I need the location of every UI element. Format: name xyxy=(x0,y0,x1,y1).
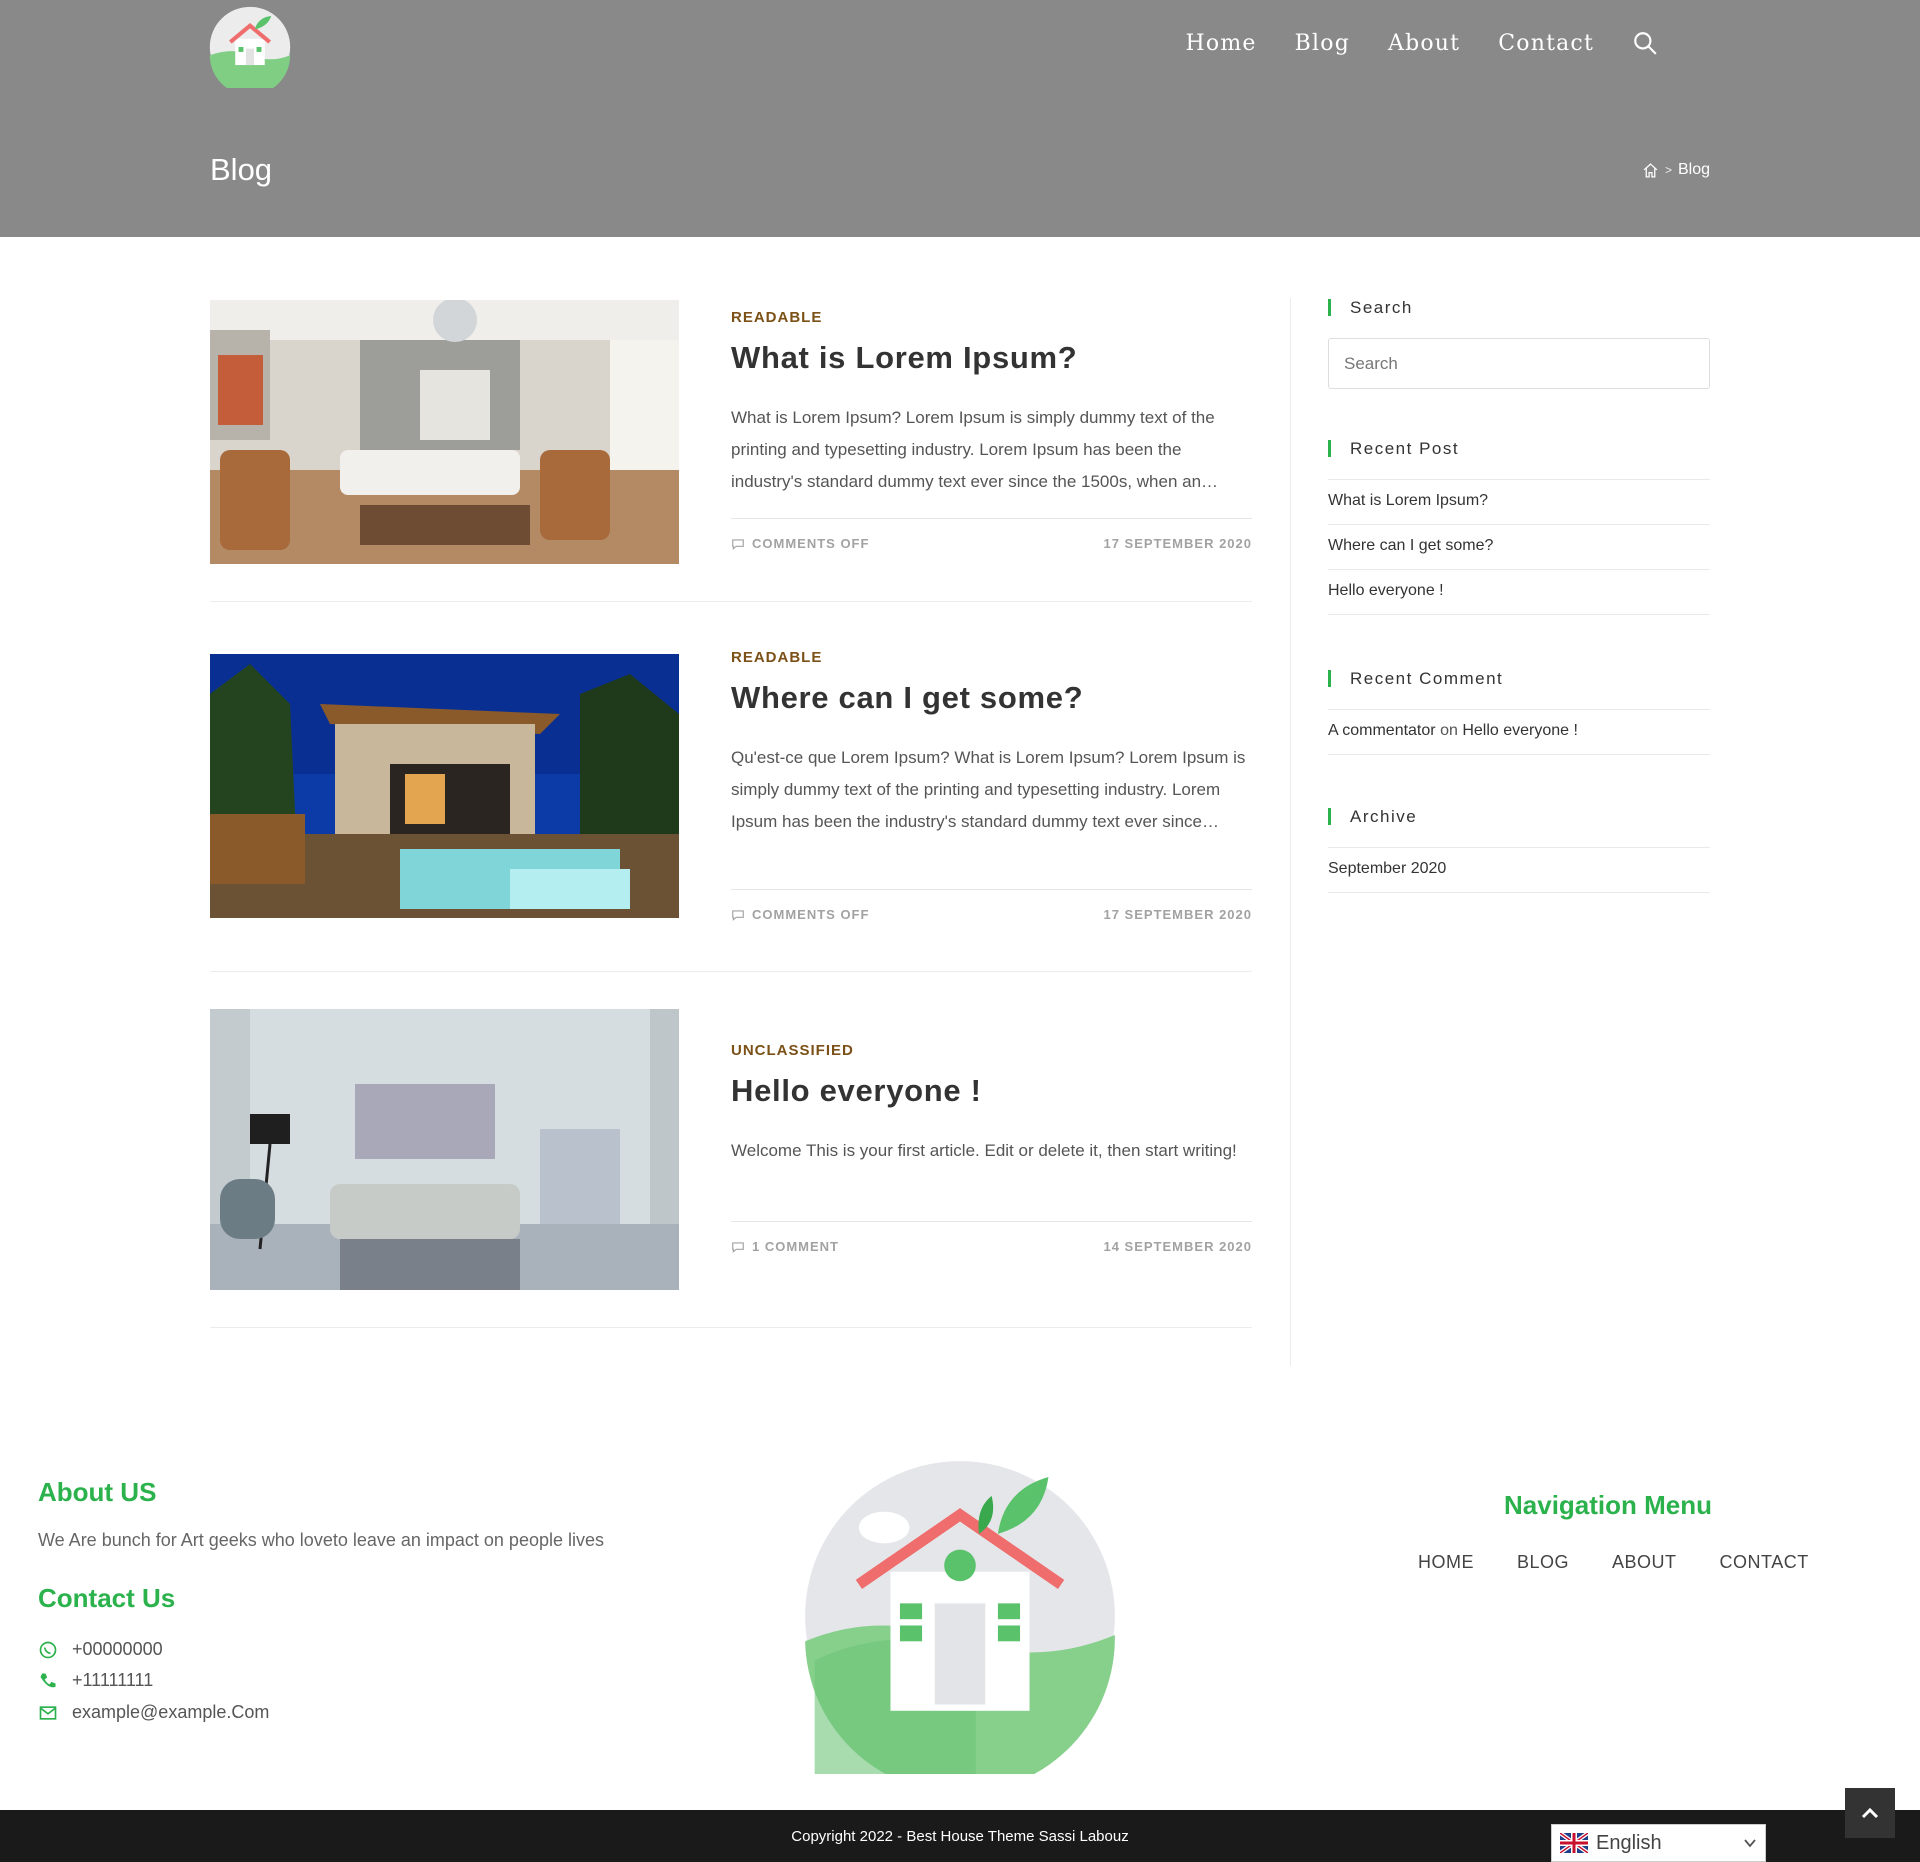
article-title[interactable]: Where can I get some? xyxy=(731,680,1252,716)
article-meta: COMMENTS OFF 17 SEPTEMBER 2020 xyxy=(731,889,1252,922)
recent-post-link[interactable]: Where can I get some? xyxy=(1328,525,1710,570)
article-excerpt: Qu'est-ce que Lorem Ipsum? What is Lorem… xyxy=(731,748,1246,831)
widget-title-recent-comment: Recent Comment xyxy=(1328,670,1710,687)
search-icon[interactable] xyxy=(1632,30,1658,56)
sidebar-recent-posts: Recent Post What is Lorem Ipsum? Where c… xyxy=(1328,440,1710,615)
article-card: UNCLASSIFIED Hello everyone ! Welcome Th… xyxy=(210,1009,1252,1290)
contact-email: example@example.Com xyxy=(38,1702,269,1723)
widget-title-recent-post: Recent Post xyxy=(1328,440,1710,457)
article-category[interactable]: READABLE xyxy=(731,309,1252,326)
article-date: 14 SEPTEMBER 2020 xyxy=(1103,1239,1252,1254)
phone-number[interactable]: +11111111 xyxy=(72,1670,153,1691)
widget-title-search: Search xyxy=(1328,299,1710,316)
breadcrumb-current: Blog xyxy=(1677,161,1710,178)
sidebar-recent-comments: Recent Comment A commentator on Hello ev… xyxy=(1328,670,1710,755)
article-date: 17 SEPTEMBER 2020 xyxy=(1103,536,1252,551)
breadcrumb: > Blog xyxy=(1642,161,1710,179)
home-icon[interactable] xyxy=(1642,162,1659,179)
scroll-to-top-button[interactable] xyxy=(1845,1788,1895,1838)
article-thumbnail-house-pool[interactable] xyxy=(210,654,679,918)
article-body: READABLE Where can I get some? Qu'est-ce… xyxy=(731,649,1252,922)
footer-logo xyxy=(805,1461,1115,1774)
footer-nav: HOME BLOG ABOUT CONTACT xyxy=(1418,1552,1809,1573)
article-title[interactable]: What is Lorem Ipsum? xyxy=(731,340,1252,376)
comment-icon xyxy=(732,538,744,550)
nav-home[interactable]: Home xyxy=(1186,31,1257,56)
widget-title-archive: Archive xyxy=(1328,808,1710,825)
archive-list: September 2020 xyxy=(1328,847,1710,893)
nav-about[interactable]: About xyxy=(1388,31,1460,56)
article-thumbnail-living-room[interactable] xyxy=(210,300,679,564)
page-title: Blog xyxy=(210,152,273,187)
comment-icon xyxy=(732,909,744,921)
footer-nav-title: Navigation Menu xyxy=(1504,1490,1713,1520)
main-nav: Home Blog About Contact xyxy=(1186,30,1658,56)
uk-flag-icon xyxy=(1560,1833,1588,1853)
comment-post-link[interactable]: Hello everyone ! xyxy=(1462,722,1578,739)
sidebar-divider xyxy=(1290,298,1291,1366)
recent-post-link[interactable]: What is Lorem Ipsum? xyxy=(1328,480,1710,525)
whatsapp-number[interactable]: +00000000 xyxy=(72,1639,163,1660)
sidebar-search-widget: Search Search xyxy=(1328,299,1710,389)
language-label: English xyxy=(1596,1831,1662,1854)
footer-nav-home[interactable]: HOME xyxy=(1418,1552,1474,1573)
article-category[interactable]: READABLE xyxy=(731,649,1252,666)
article-divider xyxy=(210,601,1252,602)
article-category[interactable]: UNCLASSIFIED xyxy=(731,1042,1252,1059)
phone-icon xyxy=(40,1673,56,1687)
whatsapp-icon xyxy=(39,1641,57,1658)
language-selector[interactable]: English xyxy=(1551,1824,1766,1862)
article-card: READABLE Where can I get some? Qu'est-ce… xyxy=(210,649,1252,922)
article-comments[interactable]: COMMENTS OFF xyxy=(752,907,869,922)
search-input[interactable]: Search xyxy=(1328,338,1710,389)
comment-icon xyxy=(732,1241,744,1253)
footer-contact-title: Contact Us xyxy=(38,1583,176,1613)
article-divider xyxy=(210,971,1252,972)
recent-comment-list: A commentator on Hello everyone ! xyxy=(1328,709,1710,755)
article-date: 17 SEPTEMBER 2020 xyxy=(1103,907,1252,922)
article-comments[interactable]: COMMENTS OFF xyxy=(752,536,869,551)
article-thumbnail-white-room[interactable] xyxy=(210,1009,679,1290)
article-meta: COMMENTS OFF 17 SEPTEMBER 2020 xyxy=(731,518,1252,551)
sidebar-archive: Archive September 2020 xyxy=(1328,808,1710,893)
chevron-up-icon xyxy=(1861,1807,1879,1819)
article-meta: 1 COMMENT 14 SEPTEMBER 2020 xyxy=(731,1221,1252,1254)
article-excerpt: Welcome This is your first article. Edit… xyxy=(731,1141,1237,1160)
chevron-down-icon xyxy=(1744,1839,1756,1848)
footer-nav-blog[interactable]: BLOG xyxy=(1517,1552,1569,1573)
article-comments[interactable]: 1 COMMENT xyxy=(752,1239,839,1254)
comment-author[interactable]: A commentator xyxy=(1328,722,1436,739)
nav-contact[interactable]: Contact xyxy=(1498,31,1594,56)
envelope-icon xyxy=(39,1705,57,1720)
article-card: READABLE What is Lorem Ipsum? What is Lo… xyxy=(210,300,1252,564)
article-body: UNCLASSIFIED Hello everyone ! Welcome Th… xyxy=(731,1009,1252,1290)
contact-phone: +11111111 xyxy=(38,1670,153,1691)
recent-post-link[interactable]: Hello everyone ! xyxy=(1328,570,1710,615)
archive-link[interactable]: September 2020 xyxy=(1328,848,1710,893)
footer-nav-contact[interactable]: CONTACT xyxy=(1720,1552,1809,1573)
recent-post-list: What is Lorem Ipsum? Where can I get som… xyxy=(1328,479,1710,615)
email-address[interactable]: example@example.Com xyxy=(72,1702,269,1723)
footer-nav-about[interactable]: ABOUT xyxy=(1612,1552,1677,1573)
article-excerpt: What is Lorem Ipsum? Lorem Ipsum is simp… xyxy=(731,408,1219,491)
site-logo[interactable] xyxy=(209,6,291,88)
breadcrumb-separator: > xyxy=(1664,163,1672,177)
nav-blog[interactable]: Blog xyxy=(1295,31,1350,56)
recent-comment-item: A commentator on Hello everyone ! xyxy=(1328,710,1710,755)
article-title[interactable]: Hello everyone ! xyxy=(731,1073,1252,1109)
contact-whatsapp: +00000000 xyxy=(38,1639,163,1660)
comment-on-label: on xyxy=(1440,722,1458,739)
article-divider xyxy=(210,1327,1252,1328)
footer-about-text: We Are bunch for Art geeks who loveto le… xyxy=(38,1530,604,1550)
footer-about-title: About US xyxy=(38,1477,157,1507)
article-body: READABLE What is Lorem Ipsum? What is Lo… xyxy=(731,300,1252,564)
